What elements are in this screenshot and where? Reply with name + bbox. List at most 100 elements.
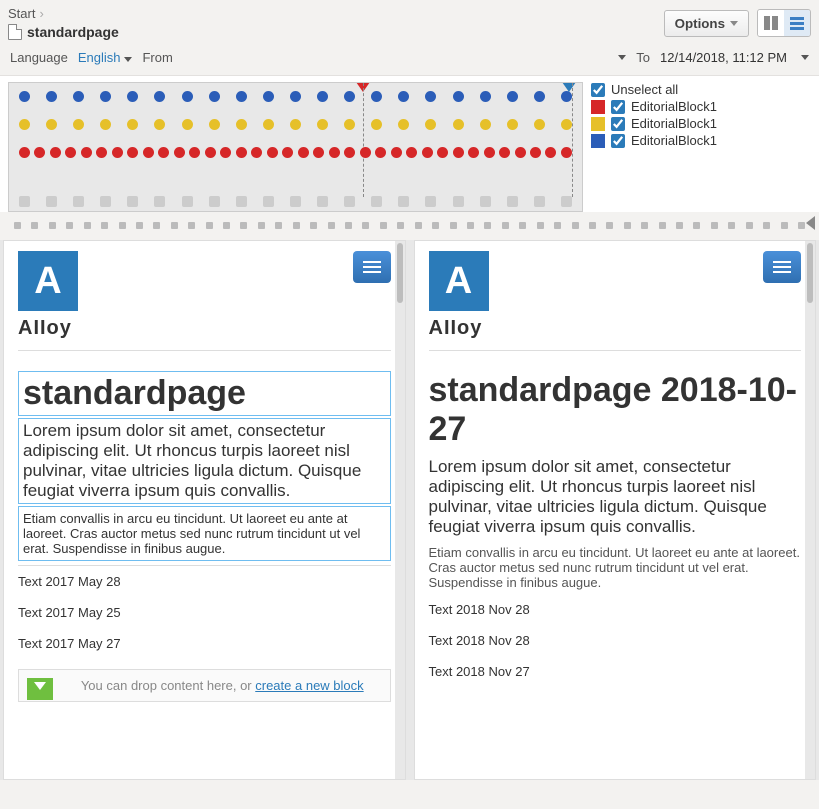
page-heading[interactable]: standardpage [23, 374, 386, 413]
list-item[interactable]: Text 2018 Nov 27 [429, 656, 802, 687]
ruler-marker[interactable] [806, 216, 815, 230]
scrollbar[interactable] [395, 241, 405, 779]
timeline-point[interactable] [437, 147, 448, 158]
timeline-point[interactable] [236, 196, 247, 207]
timeline-point[interactable] [236, 119, 247, 130]
timeline-point[interactable] [34, 147, 45, 158]
timeline-point[interactable] [19, 147, 30, 158]
timeline-point[interactable] [344, 119, 355, 130]
legend-unselect-label[interactable]: Unselect all [611, 82, 678, 97]
dropzone[interactable]: You can drop content here, or create a n… [18, 669, 391, 702]
timeline-point[interactable] [425, 91, 436, 102]
timeline-point[interactable] [96, 147, 107, 158]
timeline-point[interactable] [422, 147, 433, 158]
timeline-point[interactable] [375, 147, 386, 158]
list-item[interactable]: Text 2018 Nov 28 [429, 594, 802, 625]
timeline-point[interactable] [182, 196, 193, 207]
timeline-point[interactable] [220, 147, 231, 158]
timeline-point[interactable] [154, 119, 165, 130]
breadcrumb-root[interactable]: Start [8, 6, 35, 21]
timeline-point[interactable] [480, 119, 491, 130]
legend-item-checkbox[interactable] [611, 117, 625, 131]
list-item[interactable]: Text 2018 Nov 28 [429, 625, 802, 656]
create-block-link[interactable]: create a new block [255, 678, 363, 693]
timeline-point[interactable] [100, 119, 111, 130]
timeline-point[interactable] [515, 147, 526, 158]
timeline-point[interactable] [127, 147, 138, 158]
timeline-point[interactable] [534, 119, 545, 130]
legend-unselect-checkbox[interactable] [591, 83, 605, 97]
timeline-point[interactable] [398, 196, 409, 207]
timeline-point[interactable] [46, 91, 57, 102]
ruler[interactable] [0, 212, 819, 240]
timeline-point[interactable] [530, 147, 541, 158]
timeline-point[interactable] [453, 147, 464, 158]
timeline-point[interactable] [371, 119, 382, 130]
timeline-point[interactable] [209, 119, 220, 130]
view-list-button[interactable] [784, 10, 810, 36]
timeline-point[interactable] [182, 91, 193, 102]
list-item[interactable]: Text 2017 May 25 [18, 597, 391, 628]
timeline-point[interactable] [298, 147, 309, 158]
timeline-point[interactable] [534, 196, 545, 207]
timeline-point[interactable] [561, 91, 572, 102]
to-value[interactable]: 12/14/2018, 11:12 PM [660, 50, 787, 65]
timeline-point[interactable] [73, 91, 84, 102]
timeline-point[interactable] [329, 147, 340, 158]
hamburger-menu-button[interactable] [763, 251, 801, 283]
timeline-point[interactable] [480, 196, 491, 207]
list-item[interactable]: Text 2017 May 27 [18, 628, 391, 659]
timeline-point[interactable] [19, 91, 30, 102]
timeline-point[interactable] [453, 196, 464, 207]
timeline-point[interactable] [425, 119, 436, 130]
timeline-point[interactable] [290, 91, 301, 102]
timeline-point[interactable] [100, 91, 111, 102]
view-split-button[interactable] [758, 10, 784, 36]
body-text[interactable]: Etiam convallis in arcu eu tincidunt. Ut… [18, 506, 391, 561]
timeline-point[interactable] [290, 196, 301, 207]
timeline-point[interactable] [344, 196, 355, 207]
timeline-point[interactable] [317, 91, 328, 102]
timeline-point[interactable] [143, 147, 154, 158]
timeline-point[interactable] [112, 147, 123, 158]
legend-item-label[interactable]: EditorialBlock1 [631, 133, 717, 148]
timeline-point[interactable] [484, 147, 495, 158]
timeline-point[interactable] [371, 196, 382, 207]
timeline-point[interactable] [499, 147, 510, 158]
timeline-point[interactable] [313, 147, 324, 158]
timeline-point[interactable] [174, 147, 185, 158]
timeline-point[interactable] [65, 147, 76, 158]
timeline-point[interactable] [73, 196, 84, 207]
timeline-point[interactable] [561, 147, 572, 158]
timeline-point[interactable] [290, 119, 301, 130]
timeline-chart[interactable]: 18/12/14 22:12 [8, 82, 583, 212]
timeline-point[interactable] [73, 119, 84, 130]
legend-item-label[interactable]: EditorialBlock1 [631, 116, 717, 131]
scrollbar[interactable] [805, 241, 815, 779]
timeline-point[interactable] [507, 119, 518, 130]
timeline-point[interactable] [398, 91, 409, 102]
timeline-point[interactable] [263, 119, 274, 130]
timeline-point[interactable] [317, 196, 328, 207]
timeline-point[interactable] [154, 196, 165, 207]
timeline-point[interactable] [317, 119, 328, 130]
timeline-point[interactable] [344, 91, 355, 102]
timeline-point[interactable] [371, 91, 382, 102]
timeline-point[interactable] [507, 91, 518, 102]
timeline-point[interactable] [209, 91, 220, 102]
timeline-point[interactable] [282, 147, 293, 158]
timeline-point[interactable] [545, 147, 556, 158]
timeline-point[interactable] [263, 196, 274, 207]
legend-item-checkbox[interactable] [611, 100, 625, 114]
timeline-point[interactable] [406, 147, 417, 158]
list-item[interactable]: Text 2017 May 28 [18, 566, 391, 597]
timeline-point[interactable] [425, 196, 436, 207]
timeline-point[interactable] [360, 147, 371, 158]
timeline-point[interactable] [453, 119, 464, 130]
to-dropdown-arrow[interactable] [801, 55, 809, 60]
options-button[interactable]: Options [664, 10, 749, 37]
timeline-point[interactable] [507, 196, 518, 207]
timeline-point[interactable] [46, 196, 57, 207]
timeline-point[interactable] [534, 91, 545, 102]
timeline-point[interactable] [561, 119, 572, 130]
